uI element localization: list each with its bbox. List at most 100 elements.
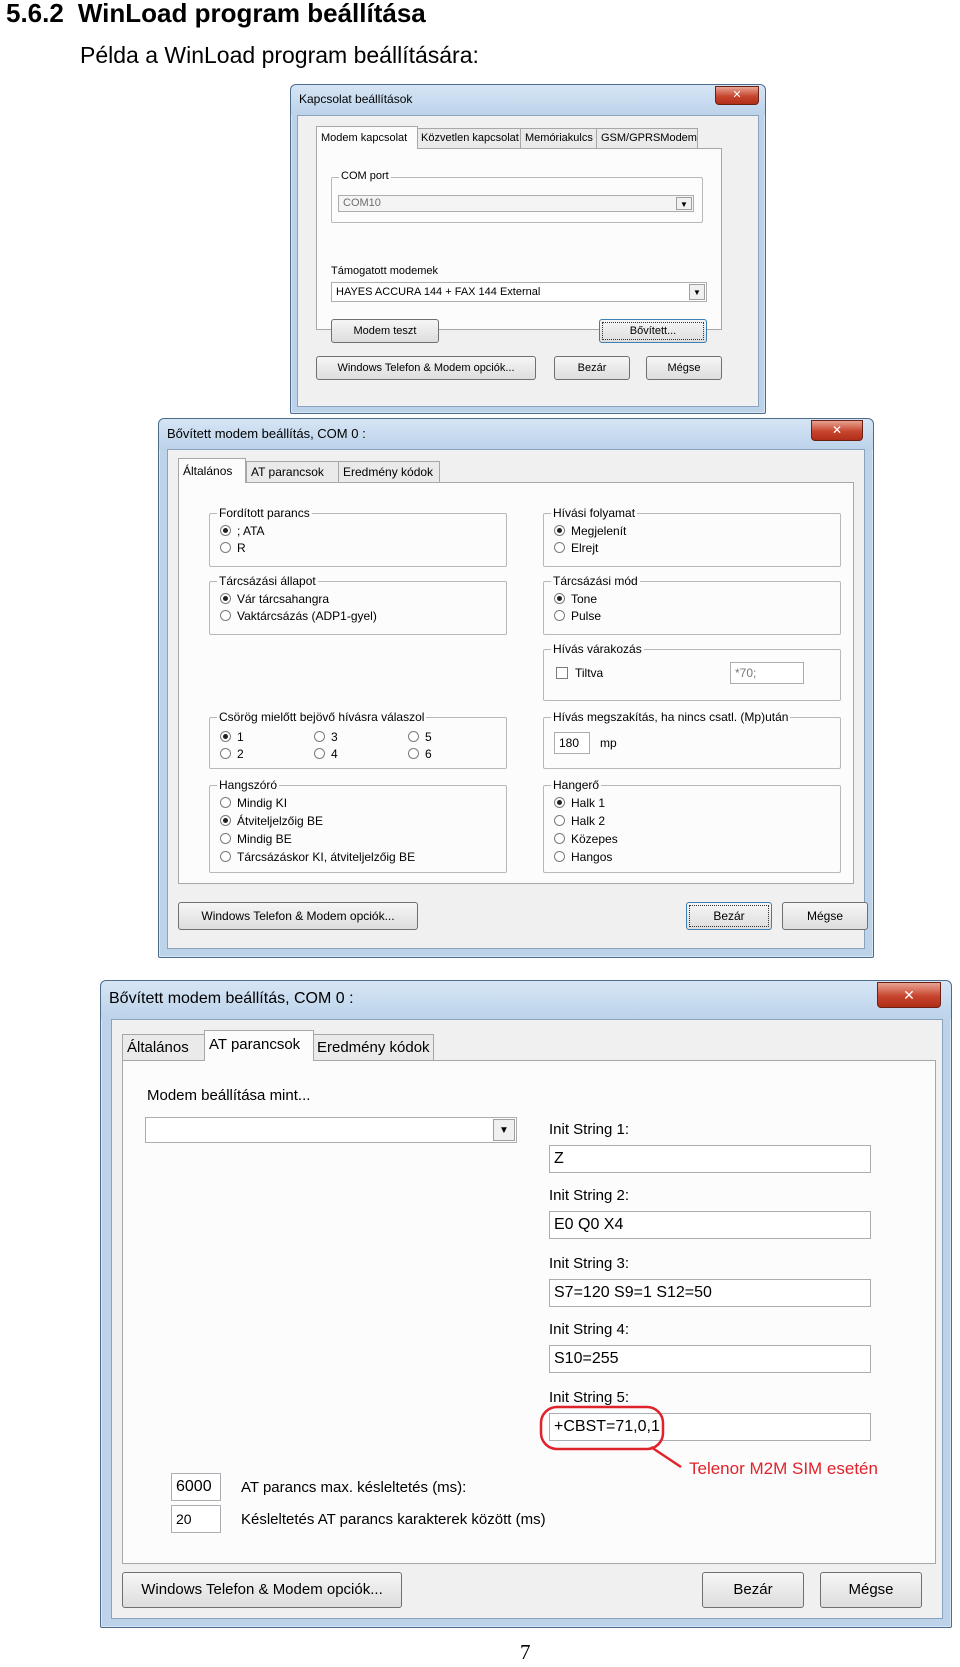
radio-dot (554, 610, 565, 622)
radio-dot (314, 731, 325, 743)
reversed-command-legend: Fordított parancs (217, 506, 312, 520)
max-delay-label: AT parancs max. késleltetés (ms): (241, 1479, 467, 1496)
char-delay-input[interactable]: 20 (171, 1505, 221, 1533)
tab-at-commands[interactable]: AT parancsok (204, 1030, 314, 1061)
window-client: Általános AT parancsok Eredmény kódok Fo… (167, 449, 868, 949)
radio-pulse[interactable]: Pulse (554, 609, 601, 623)
radio-volume-low1[interactable]: Halk 1 (554, 796, 605, 810)
init-string-3-input[interactable]: S7=120 S9=1 S12=50 (549, 1279, 871, 1307)
radio-ata[interactable]: ; ATA (220, 524, 265, 538)
cancel-button[interactable]: Mégse (782, 902, 868, 930)
close-icon[interactable]: ✕ (715, 86, 759, 105)
radio-wait-dialtone[interactable]: Vár tárcsahangra (220, 592, 329, 606)
seconds-unit-label: mp (600, 736, 617, 750)
radio-speaker-always-off[interactable]: Mindig KI (220, 796, 287, 810)
radio-label: Közepes (571, 832, 618, 846)
com-port-select[interactable]: COM10 ▼ (338, 195, 694, 212)
radio-speaker-until-carrier[interactable]: Átviteljelzőig BE (220, 814, 323, 828)
radio-blind-dial[interactable]: Vaktárcsázás (ADP1-gyel) (220, 609, 377, 623)
hangup-timeout-input[interactable]: 180 (554, 732, 590, 754)
tab-general[interactable]: Általános (178, 458, 246, 483)
close-button[interactable]: Bezár (702, 1572, 804, 1608)
radio-label: Halk 1 (571, 796, 606, 810)
radio-label: Vár tárcsahangra (237, 592, 330, 606)
extended-button[interactable]: Bővített... (599, 319, 707, 343)
close-icon[interactable]: ✕ (811, 420, 863, 441)
radio-ring-5[interactable]: 5 (408, 730, 432, 744)
radio-volume-loud[interactable]: Hangos (554, 850, 612, 864)
window-title: Bővített modem beállítás, COM 0 : (167, 426, 366, 441)
volume-legend: Hangerő (551, 778, 602, 792)
close-icon[interactable]: ✕ (877, 982, 941, 1008)
radio-ring-1[interactable]: 1 (220, 730, 244, 744)
hangup-timeout-legend: Hívás megszakítás, ha nincs csatl. (Mp)u… (551, 710, 791, 724)
radio-dot (220, 731, 231, 743)
call-waiting-legend: Hívás várakozás (551, 642, 644, 656)
radio-ring-2[interactable]: 2 (220, 747, 244, 761)
radio-volume-medium[interactable]: Közepes (554, 832, 618, 846)
tab-modem-connection[interactable]: Modem kapcsolat (316, 126, 418, 149)
modem-test-button[interactable]: Modem teszt (331, 319, 439, 343)
radio-dot (314, 748, 325, 760)
title-bar: Kapcsolat beállítások ✕ (291, 85, 765, 115)
radio-show[interactable]: Megjelenít (554, 524, 626, 538)
highlight-ellipse (539, 1405, 665, 1451)
windows-telephony-button[interactable]: Windows Telefon & Modem opciók... (122, 1572, 402, 1608)
hangup-timeout-group: Hívás megszakítás, ha nincs csatl. (Mp)u… (543, 710, 841, 769)
radio-r[interactable]: R (220, 541, 246, 555)
radio-dot (220, 748, 231, 760)
tab-general[interactable]: Általános (122, 1034, 208, 1060)
supported-modems-select[interactable]: HAYES ACCURA 144 + FAX 144 External ▼ (331, 282, 707, 302)
page-number: 7 (520, 1640, 531, 1664)
dial-mode-group: Tárcsázási mód Tone Pulse (543, 574, 841, 635)
chevron-down-icon[interactable]: ▼ (493, 1119, 515, 1141)
init-string-4-input[interactable]: S10=255 (549, 1345, 871, 1373)
rings-before-answer-group: Csörög mielőtt bejövő hívásra válaszol 1… (209, 710, 507, 769)
radio-hide[interactable]: Elrejt (554, 541, 598, 555)
radio-ring-6[interactable]: 6 (408, 747, 432, 761)
radio-label: Halk 2 (571, 814, 606, 828)
tab-direct-connection[interactable]: Közvetlen kapcsolat (416, 128, 522, 148)
init-string-2-label: Init String 2: (549, 1187, 630, 1204)
radio-volume-low2[interactable]: Halk 2 (554, 814, 605, 828)
tab-gsm-gprs-modem[interactable]: GSM/GPRSModem (596, 128, 698, 148)
tab-result-codes[interactable]: Eredmény kódok (312, 1034, 434, 1060)
chevron-down-icon[interactable]: ▼ (689, 284, 705, 300)
radio-label: Tárcsázáskor KI, átviteljelzőig BE (237, 850, 416, 864)
reversed-command-group: Fordított parancs ; ATA R (209, 506, 507, 567)
radio-ring-4[interactable]: 4 (314, 747, 338, 761)
modem-as-select[interactable]: ▼ (145, 1117, 517, 1143)
tab-panel: COM port COM10 ▼ Támogatott modemek HAYE… (316, 148, 722, 343)
radio-speaker-always-on[interactable]: Mindig BE (220, 832, 292, 846)
max-delay-input[interactable]: 6000 (171, 1473, 221, 1501)
radio-label: 4 (331, 747, 338, 761)
windows-telephony-button[interactable]: Windows Telefon & Modem opciók... (178, 902, 418, 930)
highlight-pointer-line (650, 1445, 682, 1469)
chevron-down-icon[interactable]: ▼ (676, 197, 692, 210)
radio-tone[interactable]: Tone (554, 592, 597, 606)
init-string-1-input[interactable]: Z (549, 1145, 871, 1173)
window-title: Bővített modem beállítás, COM 0 : (109, 990, 354, 1007)
radio-ring-3[interactable]: 3 (314, 730, 338, 744)
cancel-button[interactable]: Mégse (820, 1572, 922, 1608)
tab-memory-key[interactable]: Memóriakulcs (520, 128, 598, 148)
radio-label: 2 (237, 747, 244, 761)
tab-result-codes[interactable]: Eredmény kódok (338, 461, 440, 483)
disable-call-waiting-checkbox[interactable]: Tiltva (556, 666, 603, 680)
call-progress-legend: Hívási folyamat (551, 506, 638, 520)
radio-label: Mindig BE (237, 832, 292, 846)
cancel-button[interactable]: Mégse (646, 356, 722, 380)
init-string-2-input[interactable]: E0 Q0 X4 (549, 1211, 871, 1239)
radio-dot (554, 833, 565, 845)
radio-dot (554, 542, 565, 554)
tab-at-commands[interactable]: AT parancsok (246, 461, 340, 483)
radio-dot (554, 851, 565, 863)
windows-telephony-button[interactable]: Windows Telefon & Modem opciók... (316, 356, 536, 380)
close-button[interactable]: Bezár (554, 356, 630, 380)
call-waiting-code-input[interactable]: *70; (730, 662, 804, 684)
radio-dot (554, 593, 565, 605)
highlight-annotation (539, 1405, 682, 1469)
radio-speaker-off-when-dialing[interactable]: Tárcsázáskor KI, átviteljelzőig BE (220, 850, 415, 864)
radio-dot (408, 731, 419, 743)
close-button[interactable]: Bezár (686, 902, 772, 930)
